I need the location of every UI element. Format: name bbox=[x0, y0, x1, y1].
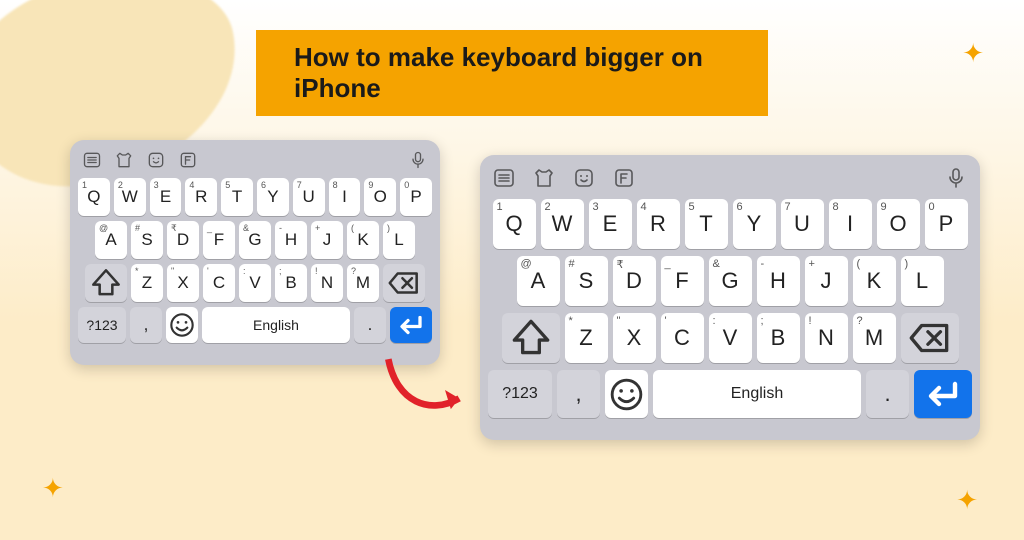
key-X[interactable]: "X bbox=[613, 313, 656, 363]
key-M[interactable]: ?M bbox=[347, 264, 379, 302]
key-row-1: 1Q2W3E4R5T6Y7U8I9O0P bbox=[78, 178, 432, 216]
key-B[interactable]: ;B bbox=[757, 313, 800, 363]
key-row-3: *Z"X'C:V;B!N?M bbox=[78, 264, 432, 302]
key-T[interactable]: 5T bbox=[221, 178, 253, 216]
mic-icon[interactable] bbox=[944, 166, 968, 190]
key-G[interactable]: &G bbox=[709, 256, 752, 306]
shirt-icon[interactable] bbox=[114, 150, 134, 170]
key-row-bottom: ?123, English. bbox=[78, 307, 432, 343]
key-O[interactable]: 9O bbox=[877, 199, 920, 249]
key-O[interactable]: 9O bbox=[364, 178, 396, 216]
key-L[interactable]: )L bbox=[901, 256, 944, 306]
shift-key[interactable] bbox=[85, 264, 127, 302]
arrow-icon bbox=[380, 350, 480, 430]
key-K[interactable]: (K bbox=[347, 221, 379, 259]
key-row-2: @A#S₹D_F&G-H+J(K)L bbox=[488, 256, 972, 306]
period-key[interactable]: . bbox=[866, 370, 909, 418]
key-T[interactable]: 5T bbox=[685, 199, 728, 249]
shirt-icon[interactable] bbox=[532, 166, 556, 190]
key-F[interactable]: _F bbox=[661, 256, 704, 306]
key-D[interactable]: ₹D bbox=[613, 256, 656, 306]
key-row-2: @A#S₹D_F&G-H+J(K)L bbox=[78, 221, 432, 259]
spacebar[interactable]: English bbox=[653, 370, 861, 418]
mic-icon[interactable] bbox=[408, 150, 428, 170]
key-W[interactable]: 2W bbox=[541, 199, 584, 249]
menu-icon[interactable] bbox=[82, 150, 102, 170]
key-Q[interactable]: 1Q bbox=[78, 178, 110, 216]
key-A[interactable]: @A bbox=[95, 221, 127, 259]
font-icon[interactable] bbox=[178, 150, 198, 170]
key-U[interactable]: 7U bbox=[293, 178, 325, 216]
key-I[interactable]: 8I bbox=[329, 178, 361, 216]
key-N[interactable]: !N bbox=[805, 313, 848, 363]
sparkle-icon: ✦ bbox=[962, 38, 984, 69]
key-N[interactable]: !N bbox=[311, 264, 343, 302]
emoji-key[interactable] bbox=[605, 370, 648, 418]
backspace-key[interactable] bbox=[901, 313, 959, 363]
key-G[interactable]: &G bbox=[239, 221, 271, 259]
key-row-1: 1Q2W3E4R5T6Y7U8I9O0P bbox=[488, 199, 972, 249]
key-row-bottom: ?123, English. bbox=[488, 370, 972, 418]
key-V[interactable]: :V bbox=[239, 264, 271, 302]
shift-key[interactable] bbox=[502, 313, 560, 363]
key-W[interactable]: 2W bbox=[114, 178, 146, 216]
font-icon[interactable] bbox=[612, 166, 636, 190]
key-U[interactable]: 7U bbox=[781, 199, 824, 249]
keyboard-big: 1Q2W3E4R5T6Y7U8I9O0P @A#S₹D_F&G-H+J(K)L *Z… bbox=[480, 155, 980, 440]
key-B[interactable]: ;B bbox=[275, 264, 307, 302]
key-V[interactable]: :V bbox=[709, 313, 752, 363]
menu-icon[interactable] bbox=[492, 166, 516, 190]
sticker-icon[interactable] bbox=[146, 150, 166, 170]
key-L[interactable]: )L bbox=[383, 221, 415, 259]
key-P[interactable]: 0P bbox=[400, 178, 432, 216]
key-H[interactable]: -H bbox=[757, 256, 800, 306]
enter-key[interactable] bbox=[914, 370, 972, 418]
keyboard-small: 1Q2W3E4R5T6Y7U8I9O0P @A#S₹D_F&G-H+J(K)L *Z… bbox=[70, 140, 440, 365]
backspace-key[interactable] bbox=[383, 264, 425, 302]
key-X[interactable]: "X bbox=[167, 264, 199, 302]
key-Y[interactable]: 6Y bbox=[257, 178, 289, 216]
key-R[interactable]: 4R bbox=[185, 178, 217, 216]
key-S[interactable]: #S bbox=[565, 256, 608, 306]
keyboard-toolbar bbox=[488, 163, 972, 199]
sticker-icon[interactable] bbox=[572, 166, 596, 190]
sparkle-icon: ✦ bbox=[42, 473, 64, 504]
comma-key[interactable]: , bbox=[130, 307, 162, 343]
key-M[interactable]: ?M bbox=[853, 313, 896, 363]
key-C[interactable]: 'C bbox=[203, 264, 235, 302]
numeric-key[interactable]: ?123 bbox=[488, 370, 552, 418]
sparkle-icon: ✦ bbox=[956, 485, 978, 516]
key-I[interactable]: 8I bbox=[829, 199, 872, 249]
key-S[interactable]: #S bbox=[131, 221, 163, 259]
emoji-key[interactable] bbox=[166, 307, 198, 343]
key-D[interactable]: ₹D bbox=[167, 221, 199, 259]
period-key[interactable]: . bbox=[354, 307, 386, 343]
key-E[interactable]: 3E bbox=[150, 178, 182, 216]
comma-key[interactable]: , bbox=[557, 370, 600, 418]
page-title: How to make keyboard bigger on iPhone bbox=[256, 30, 768, 116]
spacebar[interactable]: English bbox=[202, 307, 350, 343]
key-C[interactable]: 'C bbox=[661, 313, 704, 363]
key-R[interactable]: 4R bbox=[637, 199, 680, 249]
key-A[interactable]: @A bbox=[517, 256, 560, 306]
enter-key[interactable] bbox=[390, 307, 432, 343]
key-Y[interactable]: 6Y bbox=[733, 199, 776, 249]
key-E[interactable]: 3E bbox=[589, 199, 632, 249]
key-row-3: *Z"X'C:V;B!N?M bbox=[488, 313, 972, 363]
key-Z[interactable]: *Z bbox=[565, 313, 608, 363]
key-P[interactable]: 0P bbox=[925, 199, 968, 249]
keyboard-toolbar bbox=[78, 148, 432, 178]
key-Z[interactable]: *Z bbox=[131, 264, 163, 302]
key-Q[interactable]: 1Q bbox=[493, 199, 536, 249]
key-J[interactable]: +J bbox=[311, 221, 343, 259]
key-J[interactable]: +J bbox=[805, 256, 848, 306]
key-H[interactable]: -H bbox=[275, 221, 307, 259]
key-K[interactable]: (K bbox=[853, 256, 896, 306]
numeric-key[interactable]: ?123 bbox=[78, 307, 126, 343]
key-F[interactable]: _F bbox=[203, 221, 235, 259]
